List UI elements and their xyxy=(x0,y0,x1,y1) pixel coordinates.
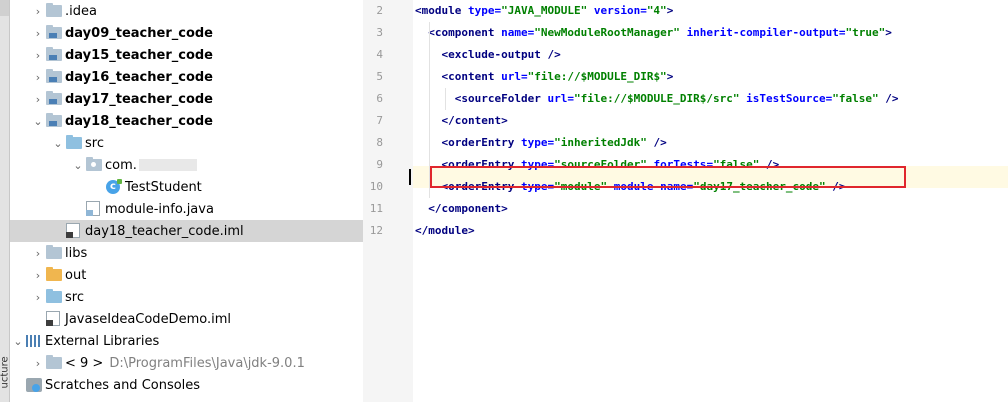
folder-icon xyxy=(46,3,62,17)
tree-item-label: com. xyxy=(105,158,197,173)
code-line[interactable]: </module> xyxy=(415,220,475,242)
chevron-down-icon[interactable]: ⌄ xyxy=(52,137,64,150)
code-line[interactable]: <sourceFolder url="file://$MODULE_DIR$/s… xyxy=(415,88,899,110)
iml-file-icon xyxy=(46,311,60,326)
chevron-right-icon[interactable]: › xyxy=(32,269,44,282)
tree-item[interactable]: › out xyxy=(10,264,407,286)
project-tool-tab[interactable] xyxy=(0,0,9,16)
line-number: 12 xyxy=(369,224,383,237)
module-folder-icon xyxy=(46,69,62,83)
module-folder-icon xyxy=(46,91,62,105)
jdk-path: D:\ProgramFiles\Java\jdk-9.0.1 xyxy=(109,355,305,371)
tree-item-label: day16_teacher_code xyxy=(65,69,213,85)
tree-item[interactable]: › < 9 > D:\ProgramFiles\Java\jdk-9.0.1 xyxy=(10,352,407,374)
tree-item-label: libs xyxy=(65,245,88,261)
structure-tool-strip[interactable]: ucture xyxy=(0,0,11,402)
chevron-right-icon[interactable]: › xyxy=(32,291,44,304)
java-class-icon: c xyxy=(106,179,122,194)
tree-item[interactable]: › src xyxy=(10,286,407,308)
tree-item-label: day18_teacher_code xyxy=(65,113,213,129)
source-folder-icon xyxy=(46,289,62,303)
line-number: 9 xyxy=(376,158,383,171)
line-number: 8 xyxy=(376,136,383,149)
chevron-right-icon[interactable]: › xyxy=(32,49,44,62)
line-number: 6 xyxy=(376,92,383,105)
module-folder-icon xyxy=(46,113,62,127)
line-number: 2 xyxy=(376,4,383,17)
module-folder-icon xyxy=(46,47,62,61)
chevron-right-icon[interactable]: › xyxy=(32,93,44,106)
scratches-icon xyxy=(26,378,42,392)
tree-item-label: External Libraries xyxy=(45,333,160,349)
line-number: 4 xyxy=(376,48,383,61)
tree-item-label: < 9 > D:\ProgramFiles\Java\jdk-9.0.1 xyxy=(65,355,305,371)
code-line[interactable]: <component name="NewModuleRootManager" i… xyxy=(415,22,892,44)
tree-item-label: day18_teacher_code.iml xyxy=(85,223,244,239)
chevron-right-icon[interactable]: › xyxy=(32,357,44,370)
tree-item-label: src xyxy=(65,289,84,305)
text-cursor xyxy=(409,169,411,185)
chevron-down-icon[interactable]: ⌄ xyxy=(12,335,24,348)
tree-item-label: module-info.java xyxy=(105,201,214,217)
line-number: 5 xyxy=(376,70,383,83)
tree-item[interactable]: ⌄ External Libraries xyxy=(10,330,407,352)
tree-item[interactable]: JavaseIdeaCodeDemo.iml xyxy=(10,308,407,330)
redacted-package-name xyxy=(138,159,197,171)
structure-tab-label[interactable]: ucture xyxy=(0,356,11,388)
folder-icon xyxy=(46,245,62,259)
tree-item[interactable]: Scratches and Consoles xyxy=(10,374,407,396)
module-folder-icon xyxy=(46,25,62,39)
tree-item-label: .idea xyxy=(65,3,97,19)
line-number: 10 xyxy=(369,180,383,193)
code-line[interactable]: </component> xyxy=(415,198,507,220)
chevron-right-icon[interactable]: › xyxy=(32,27,44,40)
code-line[interactable]: <content url="file://$MODULE_DIR$"> xyxy=(415,66,674,88)
chevron-down-icon[interactable]: ⌄ xyxy=(32,115,44,128)
code-editor[interactable]: 2 3 4 5 6 7 8 9 10 11 12 <module type="JAVA_MODULE"… xyxy=(363,0,1008,402)
line-number: 7 xyxy=(376,114,383,127)
tree-item[interactable]: › libs xyxy=(10,242,407,264)
output-folder-icon xyxy=(46,267,62,281)
package-icon xyxy=(86,157,102,171)
line-number: 3 xyxy=(376,26,383,39)
tree-item-label: Scratches and Consoles xyxy=(45,377,201,393)
chevron-right-icon[interactable]: › xyxy=(32,5,44,18)
tree-item-label: src xyxy=(85,135,104,151)
tree-item-label: out xyxy=(65,267,87,283)
tree-item-label: JavaseIdeaCodeDemo.iml xyxy=(65,311,231,327)
library-icon xyxy=(26,335,40,347)
line-number: 11 xyxy=(369,202,383,215)
source-folder-icon xyxy=(66,135,82,149)
tree-item-label: TestStudent xyxy=(125,179,202,195)
iml-file-icon xyxy=(66,223,80,238)
java-file-icon xyxy=(86,201,100,216)
chevron-right-icon[interactable]: › xyxy=(32,71,44,84)
tree-item-label: day15_teacher_code xyxy=(65,47,213,63)
code-line[interactable]: <orderEntry type="inheritedJdk" /> xyxy=(415,132,667,154)
code-line[interactable]: <module type="JAVA_MODULE" version="4"> xyxy=(415,0,673,22)
tree-item-label: day17_teacher_code xyxy=(65,91,213,107)
chevron-right-icon[interactable]: › xyxy=(32,247,44,260)
tree-item-label: day09_teacher_code xyxy=(65,25,213,41)
indent-guide xyxy=(445,88,446,110)
annotation-highlight-box xyxy=(430,166,906,188)
jdk-icon xyxy=(46,355,62,369)
chevron-down-icon[interactable]: ⌄ xyxy=(72,159,84,172)
code-line[interactable]: <exclude-output /> xyxy=(415,44,561,66)
